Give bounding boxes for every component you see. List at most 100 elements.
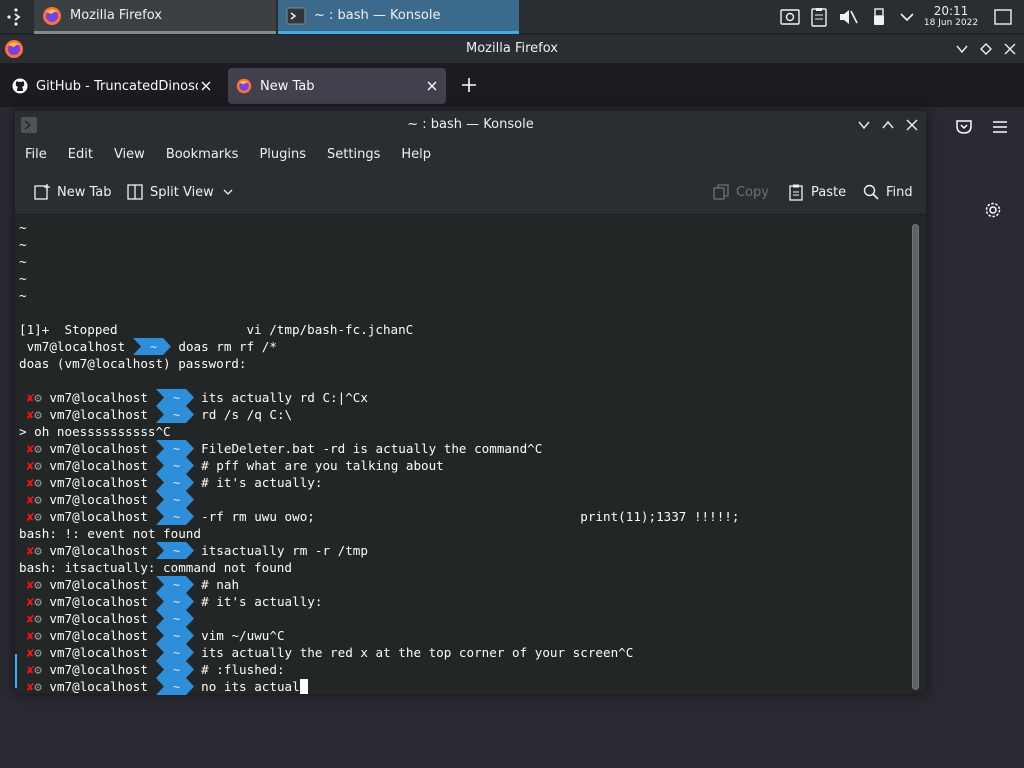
prompt-segment-icon: ~ bbox=[155, 644, 194, 661]
copy-button[interactable]: Copy bbox=[712, 183, 769, 201]
search-icon bbox=[863, 184, 879, 200]
prompt-arrow: ~ bbox=[155, 576, 194, 593]
prompt-user: vm7@localhost bbox=[49, 458, 148, 473]
command-text: -rf rm uwu owo; print(11);1337 !!!!!; bbox=[201, 509, 740, 524]
prompt-segment-icon: ~ bbox=[155, 457, 194, 474]
prompt-user: vm7@localhost bbox=[49, 390, 148, 405]
find-button[interactable]: Find bbox=[862, 183, 913, 201]
minimize-icon[interactable] bbox=[955, 42, 969, 56]
firefox-icon bbox=[236, 78, 252, 94]
screenshot-icon[interactable] bbox=[779, 6, 801, 28]
terminal-line: ~ bbox=[19, 219, 27, 236]
minimize-icon[interactable] bbox=[857, 118, 871, 132]
prompt-user: vm7@localhost bbox=[49, 475, 148, 490]
close-tab-icon[interactable] bbox=[198, 78, 214, 94]
new-tab-button[interactable]: New Tab bbox=[33, 183, 112, 201]
maximize-icon[interactable] bbox=[979, 42, 993, 56]
volume-muted-icon[interactable] bbox=[837, 6, 859, 28]
menu-settings[interactable]: Settings bbox=[327, 147, 380, 162]
menu-plugins[interactable]: Plugins bbox=[259, 147, 306, 162]
konsole-menubar: File Edit View Bookmarks Plugins Setting… bbox=[15, 139, 926, 169]
gear-mark-icon: ⚙ bbox=[34, 628, 42, 643]
menu-bookmarks[interactable]: Bookmarks bbox=[166, 147, 239, 162]
gear-mark-icon: ⚙ bbox=[34, 492, 42, 507]
output-text: doas (vm7@localhost) password: bbox=[19, 356, 247, 371]
prompt-dir: ~ bbox=[173, 442, 180, 456]
paste-label: Paste bbox=[811, 184, 847, 200]
close-icon[interactable] bbox=[905, 118, 919, 132]
prompt-arrow: ~ bbox=[155, 389, 194, 406]
konsole-window: ~ : bash — Konsole File Edit View Bookma… bbox=[15, 111, 926, 695]
paste-button[interactable]: Paste bbox=[787, 183, 846, 201]
menu-edit[interactable]: Edit bbox=[68, 147, 93, 162]
prompt-dir: ~ bbox=[173, 680, 180, 694]
tab-new-tab[interactable]: New Tab bbox=[228, 68, 446, 104]
prompt-user: vm7@localhost bbox=[49, 441, 148, 456]
taskbar-task-konsole[interactable]: ~ : bash — Konsole bbox=[278, 0, 519, 34]
chevron-down-icon[interactable] bbox=[896, 6, 918, 28]
terminal-line: ✘⚙ vm7@localhost ~ # nah bbox=[19, 576, 239, 593]
prompt-arrow: ~ bbox=[155, 644, 194, 661]
show-desktop-icon[interactable] bbox=[992, 6, 1014, 28]
close-icon[interactable] bbox=[1003, 42, 1017, 56]
new-tab-label: New Tab bbox=[57, 184, 112, 200]
split-view-label: Split View bbox=[150, 184, 214, 200]
command-text: # pff what are you talking about bbox=[201, 458, 444, 473]
gear-icon[interactable] bbox=[984, 201, 1002, 219]
copy-icon bbox=[713, 184, 729, 200]
konsole-icon bbox=[21, 117, 37, 133]
command-text: doas rm rf /* bbox=[178, 339, 277, 354]
terminal-line: ✘⚙ vm7@localhost ~ # it's actually: bbox=[19, 474, 322, 491]
application-launcher-icon[interactable] bbox=[4, 5, 28, 29]
output-text: > oh noessssssssss^C bbox=[19, 424, 171, 439]
hamburger-menu-icon[interactable] bbox=[991, 119, 1009, 135]
clock[interactable]: 20:11 18 Jun 2022 bbox=[920, 5, 982, 28]
job-status-line: [1]+ Stopped vi /tmp/bash-fc.jchanC bbox=[19, 322, 414, 337]
terminal-line: [1]+ Stopped vi /tmp/bash-fc.jchanC bbox=[19, 321, 413, 338]
gear-mark-icon: ⚙ bbox=[34, 662, 42, 677]
menu-help[interactable]: Help bbox=[401, 147, 431, 162]
gear-mark-icon: ⚙ bbox=[34, 390, 42, 405]
prompt-user: vm7@localhost bbox=[49, 594, 148, 609]
tilde-line: ~ bbox=[19, 254, 27, 269]
menu-file[interactable]: File bbox=[25, 147, 47, 162]
tab-github[interactable]: GitHub - TruncatedDinosour bbox=[8, 68, 220, 104]
prompt-dir: ~ bbox=[150, 340, 157, 354]
prompt-arrow: ~ bbox=[155, 508, 194, 525]
copy-label: Copy bbox=[736, 184, 769, 200]
prompt-segment-icon: ~ bbox=[155, 406, 194, 423]
terminal-line: ✘⚙ vm7@localhost ~ # :flushed: bbox=[19, 661, 285, 678]
split-view-button[interactable]: Split View bbox=[126, 183, 234, 201]
gear-mark-icon: ⚙ bbox=[34, 679, 42, 694]
prompt-dir: ~ bbox=[173, 646, 180, 660]
new-tab-plus-icon[interactable] bbox=[460, 76, 478, 94]
maximize-icon[interactable] bbox=[881, 118, 895, 132]
close-tab-icon[interactable] bbox=[424, 78, 440, 94]
prompt-user: vm7@localhost bbox=[49, 645, 148, 660]
konsole-toolbar: New Tab Split View Copy Paste Find bbox=[15, 169, 926, 215]
scrollbar-thumb[interactable] bbox=[912, 224, 919, 690]
pocket-icon[interactable] bbox=[955, 119, 973, 135]
text-cursor bbox=[299, 679, 308, 694]
firefox-icon bbox=[5, 40, 23, 58]
command-text: vim ~/uwu^C bbox=[201, 628, 285, 643]
clipboard-icon[interactable] bbox=[808, 6, 830, 28]
terminal-area[interactable]: ~ ~ ~ ~ ~ [1]+ Stopped vi /tmp/bash-fc.jchanC… bbox=[15, 216, 926, 695]
usb-device-icon[interactable] bbox=[868, 6, 890, 28]
command-text: # :flushed: bbox=[201, 662, 285, 677]
prompt-dir: ~ bbox=[173, 663, 180, 677]
taskbar-task-firefox[interactable]: Mozilla Firefox bbox=[34, 0, 276, 34]
prompt-arrow: ~ bbox=[155, 440, 194, 457]
terminal-line: ✘⚙ vm7@localhost ~ bbox=[19, 610, 201, 627]
terminal-line: ~ bbox=[19, 253, 27, 270]
prompt-dir: ~ bbox=[173, 510, 180, 524]
menu-view[interactable]: View bbox=[114, 147, 145, 162]
gear-mark-icon: ⚙ bbox=[34, 407, 42, 422]
gear-mark-icon: ⚙ bbox=[34, 509, 42, 524]
prompt-user: vm7@localhost bbox=[49, 407, 148, 422]
terminal-line: ✘⚙ vm7@localhost ~ no its actual bbox=[19, 678, 308, 695]
command-text: # it's actually: bbox=[201, 475, 323, 490]
prompt-segment-icon: ~ bbox=[132, 338, 171, 355]
gear-mark-icon: ⚙ bbox=[34, 594, 42, 609]
chevron-down-icon[interactable] bbox=[222, 186, 234, 198]
